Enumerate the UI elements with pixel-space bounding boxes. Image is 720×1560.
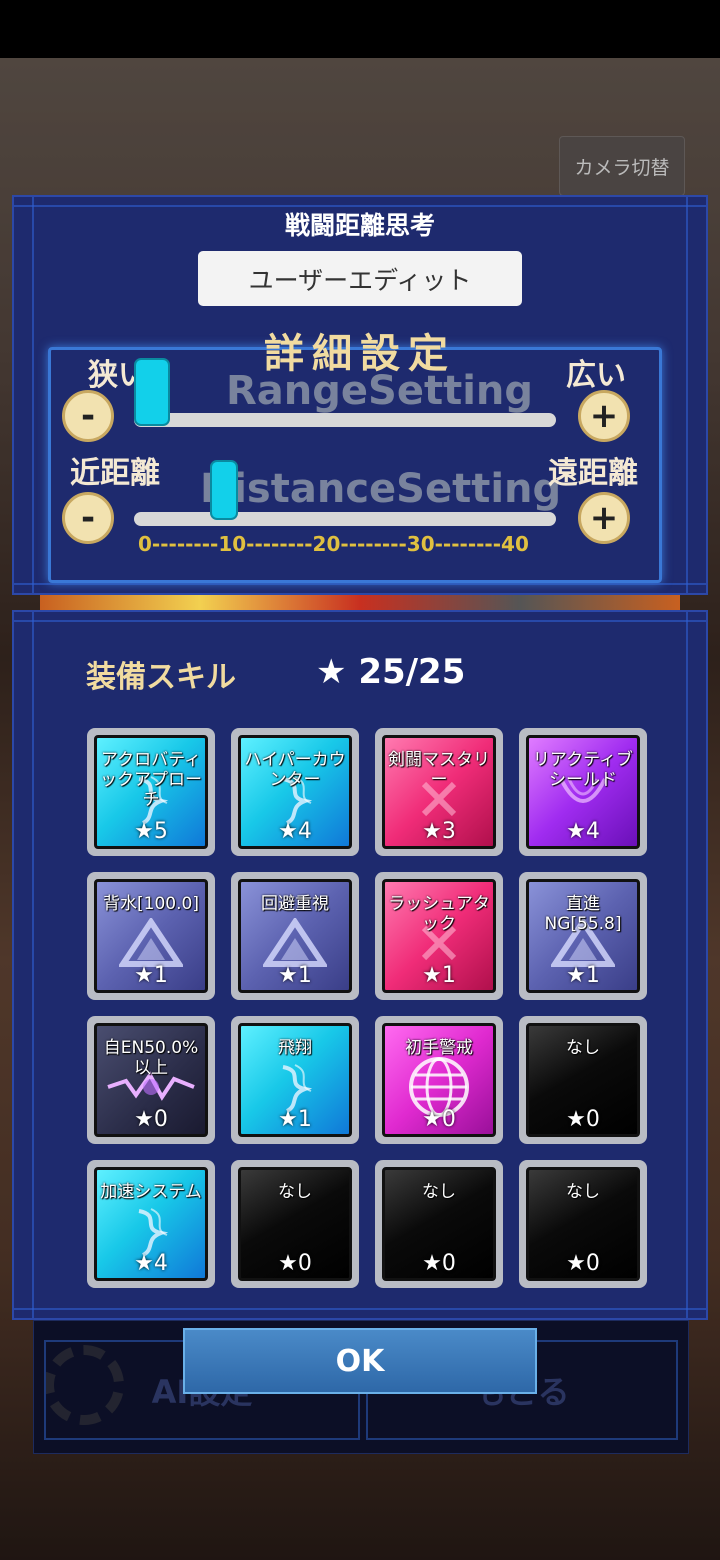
- skill-name: 加速システム: [100, 1182, 202, 1202]
- skill-slot-face: 飛翔 ★1: [238, 1023, 352, 1137]
- range-slider-thumb[interactable]: [134, 358, 170, 426]
- skill-slot[interactable]: 自EN50.0%以上 ★0: [87, 1016, 215, 1144]
- skill-slot[interactable]: ラッシュアタック ★1: [375, 872, 503, 1000]
- skill-slot[interactable]: 初手警戒 ★0: [375, 1016, 503, 1144]
- skill-slot-face: なし ★0: [238, 1167, 352, 1281]
- skill-slot[interactable]: なし ★0: [519, 1016, 647, 1144]
- skill-slot-face: なし ★0: [526, 1023, 640, 1137]
- skill-slot[interactable]: 加速システム ★4: [87, 1160, 215, 1288]
- skill-star-cost: ★3: [422, 819, 456, 844]
- skill-slot[interactable]: 剣闘マスタリー ★3: [375, 728, 503, 856]
- skill-star-cost: ★0: [566, 1107, 600, 1132]
- skill-slot[interactable]: なし ★0: [519, 1160, 647, 1288]
- skill-star-cost: ★0: [422, 1251, 456, 1276]
- skill-slot-face: 剣闘マスタリー ★3: [382, 735, 496, 849]
- range-minus-button[interactable]: -: [62, 390, 114, 442]
- distance-plus-button[interactable]: +: [578, 492, 630, 544]
- skill-star-cost: ★1: [422, 963, 456, 988]
- skill-slot[interactable]: なし ★0: [375, 1160, 503, 1288]
- skill-star-cost: ★1: [278, 1107, 312, 1132]
- skill-slot-face: なし ★0: [382, 1167, 496, 1281]
- skill-name: なし: [566, 1182, 600, 1202]
- skill-name: 回避重視: [261, 894, 329, 914]
- skill-slot-face: 背水[100.0] ★1: [94, 879, 208, 993]
- distance-minus-button[interactable]: -: [62, 492, 114, 544]
- skill-grid: アクロバティックアプローチ ★5 ハイパーカウンター ★4 剣闘マスタリー ★3 リアクティ…: [87, 728, 649, 1290]
- range-wide-label: 広い: [566, 358, 626, 393]
- background-unit-strip: [40, 595, 680, 610]
- skill-star-cost: ★0: [566, 1251, 600, 1276]
- camera-switch-button[interactable]: カメラ切替: [559, 136, 685, 196]
- skill-name: 剣闘マスタリー: [388, 750, 490, 790]
- distance-scale: 0--------10--------20--------30--------4…: [138, 532, 529, 556]
- skill-slot-face: なし ★0: [526, 1167, 640, 1281]
- distance-setting-watermark: DistanceSetting: [200, 466, 562, 512]
- skill-slot[interactable]: 直進NG[55.8] ★1: [519, 872, 647, 1000]
- skill-slot-face: 回避重視 ★1: [238, 879, 352, 993]
- skill-star-cost: ★0: [134, 1107, 168, 1132]
- skill-name: 初手警戒: [405, 1038, 473, 1058]
- range-setting-watermark: RangeSetting: [226, 368, 534, 414]
- range-plus-button[interactable]: +: [578, 390, 630, 442]
- skill-slot-face: リアクティブシールド ★4: [526, 735, 640, 849]
- skill-star-cost: ★0: [422, 1107, 456, 1132]
- distance-far-label: 遠距離: [548, 456, 638, 491]
- skill-name: アクロバティックアプローチ: [100, 750, 202, 810]
- skill-star-cost: ★4: [278, 819, 312, 844]
- equipped-skills-label: 装備スキル: [86, 660, 236, 695]
- skill-slot-face: ハイパーカウンター ★4: [238, 735, 352, 849]
- mode-select-button[interactable]: ユーザーエディット: [198, 251, 522, 306]
- skill-slot[interactable]: ハイパーカウンター ★4: [231, 728, 359, 856]
- skill-name: 飛翔: [278, 1038, 312, 1058]
- skill-slot[interactable]: 飛翔 ★1: [231, 1016, 359, 1144]
- skill-slot[interactable]: アクロバティックアプローチ ★5: [87, 728, 215, 856]
- skill-name: ハイパーカウンター: [244, 750, 346, 790]
- skill-name: なし: [422, 1182, 456, 1202]
- skill-star-cost: ★4: [134, 1251, 168, 1276]
- skill-name: リアクティブシールド: [532, 750, 634, 790]
- skill-name: 直進NG[55.8]: [544, 894, 622, 934]
- skill-name: 自EN50.0%以上: [103, 1038, 199, 1078]
- skill-slot-face: ラッシュアタック ★1: [382, 879, 496, 993]
- skill-star-cost: ★5: [134, 819, 168, 844]
- skill-slot[interactable]: リアクティブシールド ★4: [519, 728, 647, 856]
- skill-slot-face: 自EN50.0%以上 ★0: [94, 1023, 208, 1137]
- ok-button[interactable]: OK: [183, 1328, 537, 1394]
- distance-slider-track[interactable]: [134, 512, 556, 526]
- skill-star-cost: ★4: [566, 819, 600, 844]
- status-bar: [0, 0, 720, 58]
- range-slider-track[interactable]: [134, 413, 556, 427]
- skill-slot-face: アクロバティックアプローチ ★5: [94, 735, 208, 849]
- skill-cost-count: ★ 25/25: [316, 652, 466, 692]
- skill-slot[interactable]: なし ★0: [231, 1160, 359, 1288]
- skill-name: 背水[100.0]: [103, 894, 199, 914]
- skill-slot-face: 直進NG[55.8] ★1: [526, 879, 640, 993]
- skill-name: なし: [278, 1182, 312, 1202]
- panel-title: 戦闘距離思考: [284, 211, 435, 240]
- skill-slot-face: 加速システム ★4: [94, 1167, 208, 1281]
- skill-slot[interactable]: 背水[100.0] ★1: [87, 872, 215, 1000]
- skill-star-cost: ★0: [278, 1251, 312, 1276]
- skill-name: なし: [566, 1038, 600, 1058]
- skill-star-cost: ★1: [566, 963, 600, 988]
- skill-star-cost: ★1: [134, 963, 168, 988]
- skill-slot[interactable]: 回避重視 ★1: [231, 872, 359, 1000]
- distance-near-label: 近距離: [70, 456, 160, 491]
- distance-slider-thumb[interactable]: [210, 460, 238, 520]
- skill-name: ラッシュアタック: [388, 894, 490, 934]
- skill-star-cost: ★1: [278, 963, 312, 988]
- skill-slot-face: 初手警戒 ★0: [382, 1023, 496, 1137]
